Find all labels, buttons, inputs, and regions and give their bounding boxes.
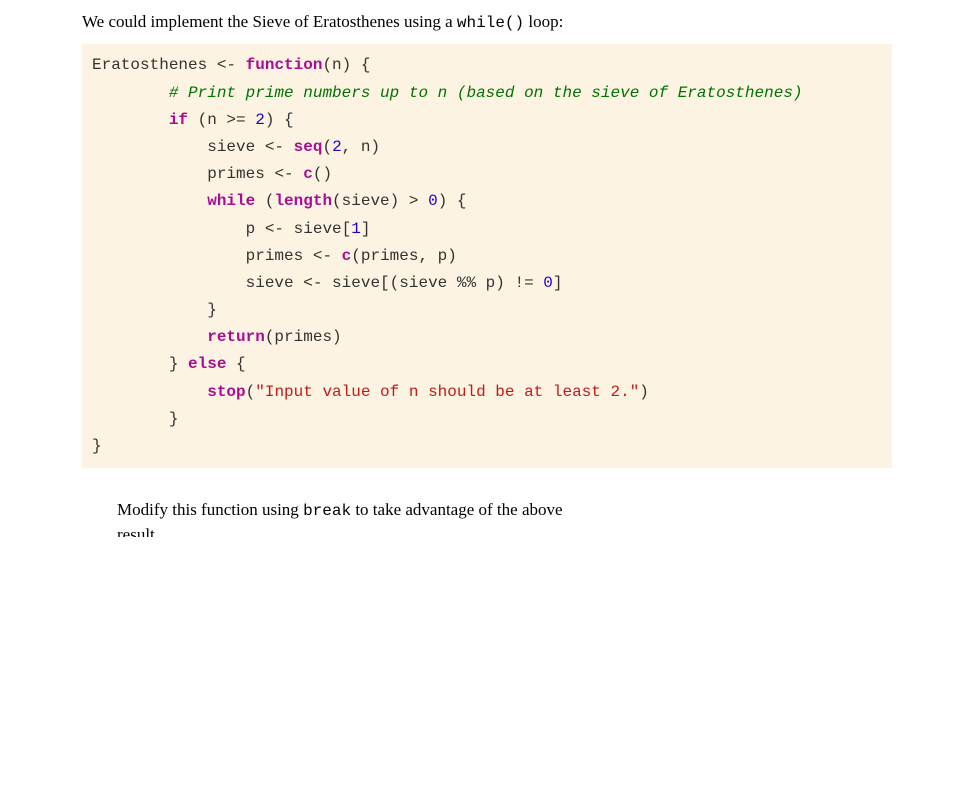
code-token: sieve	[92, 274, 303, 292]
code-token: ]	[361, 220, 371, 238]
code-token: (n) {	[322, 56, 370, 74]
code-token: <-	[274, 165, 303, 183]
code-token: <-	[313, 247, 342, 265]
document-page: We could implement the Sieve of Eratosth…	[0, 0, 962, 537]
code-token: (sieve)	[332, 192, 409, 210]
code-func-seq: seq	[294, 138, 323, 156]
code-func-length: length	[274, 192, 332, 210]
code-token	[92, 383, 207, 401]
code-token: )	[639, 383, 649, 401]
code-token	[92, 84, 169, 102]
code-number: 2	[332, 138, 342, 156]
code-string: "Input value of n should be at least 2."	[255, 383, 639, 401]
intro-text-1: We could implement the Sieve of Eratosth…	[82, 12, 457, 31]
code-token	[92, 111, 169, 129]
code-number: 0	[428, 192, 438, 210]
inline-code-break: break	[303, 502, 351, 520]
code-token: }	[92, 301, 217, 319]
code-keyword-if: if	[169, 111, 188, 129]
code-token: sieve	[92, 138, 265, 156]
code-comment: # Print prime numbers up to n (based on …	[169, 84, 803, 102]
code-token: ) {	[438, 192, 467, 210]
code-token: <-	[217, 56, 246, 74]
code-token: (n	[188, 111, 226, 129]
code-token	[246, 111, 256, 129]
code-number: 1	[351, 220, 361, 238]
code-token: ]	[553, 274, 563, 292]
instruction-paragraph: Modify this function using break to take…	[117, 498, 752, 536]
code-token: sieve[	[294, 220, 352, 238]
code-func-c: c	[303, 165, 313, 183]
code-token	[534, 274, 544, 292]
code-block: Eratosthenes <- function(n) { # Print pr…	[82, 44, 892, 468]
code-token: <-	[265, 138, 294, 156]
code-token: {	[226, 355, 245, 373]
code-token: ()	[313, 165, 332, 183]
code-keyword-return: return	[207, 328, 265, 346]
code-token: p	[92, 220, 265, 238]
code-token: primes	[92, 247, 313, 265]
code-token: %%	[457, 274, 476, 292]
code-token: (primes, p)	[351, 247, 457, 265]
code-token: <-	[303, 274, 332, 292]
code-token: , n)	[342, 138, 380, 156]
intro-text-2: loop:	[524, 12, 563, 31]
code-token: p)	[476, 274, 514, 292]
code-token: (	[322, 138, 332, 156]
code-token: (	[255, 192, 274, 210]
code-token: (	[246, 383, 256, 401]
code-token: <-	[265, 220, 294, 238]
code-token: ) {	[265, 111, 294, 129]
intro-paragraph: We could implement the Sieve of Eratosth…	[82, 10, 892, 34]
instruction-text-1: Modify this function using	[117, 500, 303, 519]
code-token: sieve[(sieve	[332, 274, 457, 292]
code-func-stop: stop	[207, 383, 245, 401]
instruction-cutoff: result	[117, 523, 752, 537]
code-token: (primes)	[265, 328, 342, 346]
code-keyword-else: else	[188, 355, 226, 373]
code-keyword-while: while	[207, 192, 255, 210]
inline-code-while: while()	[457, 14, 524, 32]
code-number: 0	[543, 274, 553, 292]
code-token: }	[92, 410, 178, 428]
code-token: Eratosthenes	[92, 56, 217, 74]
code-token: primes	[92, 165, 274, 183]
code-token: !=	[514, 274, 533, 292]
instruction-text-2: to take advantage of the above	[351, 500, 562, 519]
code-token	[92, 328, 207, 346]
code-token	[92, 192, 207, 210]
code-token: }	[92, 355, 188, 373]
code-token	[418, 192, 428, 210]
code-keyword-function: function	[246, 56, 323, 74]
code-token: >=	[226, 111, 245, 129]
code-number: 2	[255, 111, 265, 129]
code-func-c: c	[342, 247, 352, 265]
code-token: }	[92, 437, 102, 455]
